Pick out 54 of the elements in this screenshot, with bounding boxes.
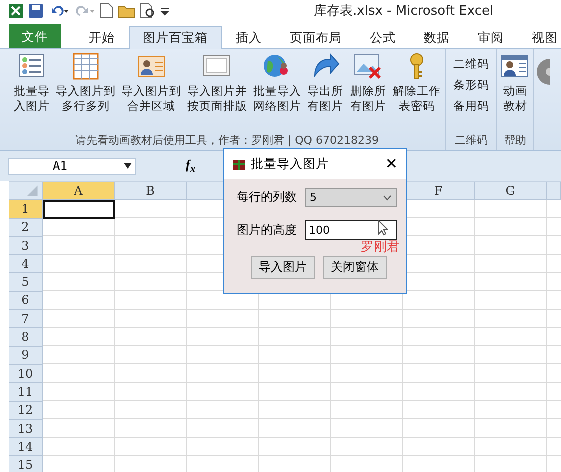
ribbon-button[interactable]: 批量导入网络图片 [250,49,304,134]
ribbon-tab[interactable]: 公式 [356,26,410,48]
row-header[interactable]: 11 [9,383,43,402]
row-header[interactable]: 7 [9,310,43,328]
column-header[interactable]: G [475,182,547,200]
ribbon-tab[interactable]: 页面布局 [276,26,356,48]
dropdown-field[interactable]: 5 [305,188,397,207]
row-header[interactable]: 10 [9,364,43,384]
ribbon-button[interactable]: 批量导入图片 [11,49,53,134]
column-header[interactable]: B [115,182,187,200]
column-header[interactable]: A [43,182,115,200]
ribbon-button[interactable]: 二维码 [448,55,494,74]
row-header[interactable]: 2 [9,218,43,237]
row-header[interactable]: 3 [9,236,43,256]
ribbon-tab[interactable]: 插入 [222,26,276,48]
ribbon-tab[interactable]: 图片百宝箱 [129,26,222,49]
ribbon-tab[interactable]: 开始 [75,26,129,48]
ribbon-tab[interactable]: 审阅 [464,26,518,48]
group-label: 帮助 [503,134,528,149]
window-title: 库存表.xlsx - Microsoft Excel [314,3,494,20]
row-header[interactable]: 12 [9,402,43,420]
ribbon-button[interactable]: 解除工作表密码 [390,49,444,134]
ribbon-tab[interactable]: 数据 [410,26,464,48]
close-button[interactable]: ✕ [377,155,406,173]
dialog-button[interactable]: 关闭窗体 [323,256,387,279]
row-header[interactable]: 15 [9,456,43,472]
dialog-title: 批量导入图片 [251,156,330,172]
row-header[interactable]: 5 [9,273,43,292]
ribbon-button[interactable]: 条形码 [448,76,494,95]
group-label: 请先看动画教材后使用工具，作者：罗刚君 | QQ 670218239 [74,134,380,149]
name-box[interactable]: A1 [8,158,136,174]
row-header[interactable]: 13 [9,420,43,438]
sheet-note: 罗刚君 [361,239,400,256]
function-label[interactable]: f$_{x}$ [186,156,196,176]
ribbon-button[interactable]: 动画教材 [499,49,532,134]
field-label: 每行的列数 [237,189,297,206]
ribbon-button[interactable]: 导入图片并按页面排版 [185,49,250,134]
ribbon-tab[interactable]: 视图 [518,26,561,48]
ribbon-button[interactable]: 导入图片到合并区域 [119,49,184,134]
field-label: 图片的高度 [237,222,297,238]
group-label: 二维码 [454,134,489,149]
dialog-button[interactable]: 导入图片 [251,256,315,279]
ribbon-tab[interactable]: 文件 [9,24,61,48]
row-header[interactable]: 14 [9,438,43,456]
ribbon-button[interactable]: 导入图片到多行多列 [54,49,118,134]
row-header[interactable]: 6 [9,292,43,310]
ribbon-button[interactable]: 备用码 [448,97,494,116]
row-header[interactable]: 1 [9,200,43,219]
ribbon-button[interactable]: 删除所有图片 [348,49,390,134]
row-header[interactable]: 8 [9,328,43,347]
row-header[interactable]: 9 [9,346,43,365]
ribbon-button[interactable]: 导出所有图片 [304,49,347,134]
input-field[interactable]: 100 [305,220,397,240]
row-header[interactable]: 4 [9,255,43,274]
